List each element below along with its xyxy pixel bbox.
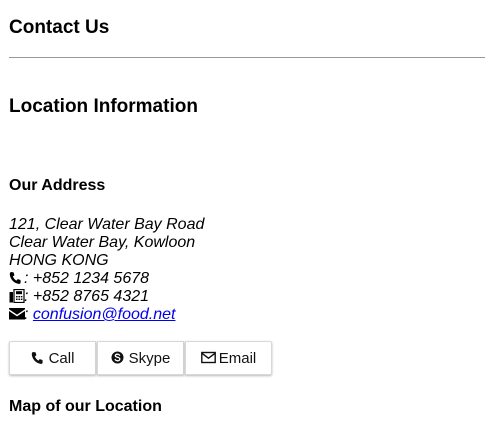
phone-icon xyxy=(31,351,45,365)
address-district: Clear Water Bay, Kowloon xyxy=(9,234,196,251)
email-button-label: Email xyxy=(218,349,257,367)
fax-line: : +852 8765 4321 xyxy=(9,288,204,306)
phone-number: : +852 1234 5678 xyxy=(24,270,150,287)
fax-number: : +852 8765 4321 xyxy=(24,288,150,305)
email-separator: : xyxy=(24,306,33,323)
address-block: 121, Clear Water Bay Road Clear Water Ba… xyxy=(9,216,204,324)
map-heading: Map of our Location xyxy=(9,398,162,415)
divider xyxy=(9,57,485,58)
skype-button[interactable]: Skype xyxy=(97,341,184,375)
email-link[interactable]: confusion@food.net xyxy=(33,306,176,323)
email-button[interactable]: Email xyxy=(185,341,272,375)
page-title: Contact Us xyxy=(9,17,110,38)
phone-icon xyxy=(9,271,24,285)
envelope-outline-icon xyxy=(200,351,216,365)
address-street: 121, Clear Water Bay Road xyxy=(9,216,205,233)
contact-button-group: Call Skype Email xyxy=(9,341,272,375)
envelope-icon xyxy=(9,307,25,321)
skype-button-label: Skype xyxy=(128,349,171,367)
address-heading: Our Address xyxy=(9,177,106,194)
contact-page: Contact Us Location Information Our Addr… xyxy=(0,0,492,438)
call-button[interactable]: Call xyxy=(9,341,96,375)
phone-line: : +852 1234 5678 xyxy=(9,270,204,288)
fax-icon xyxy=(9,289,25,303)
address-city: HONG KONG xyxy=(9,252,109,269)
skype-icon xyxy=(111,351,125,365)
call-button-label: Call xyxy=(48,349,75,367)
section-title: Location Information xyxy=(9,96,198,117)
email-line: : confusion@food.net xyxy=(9,306,204,324)
